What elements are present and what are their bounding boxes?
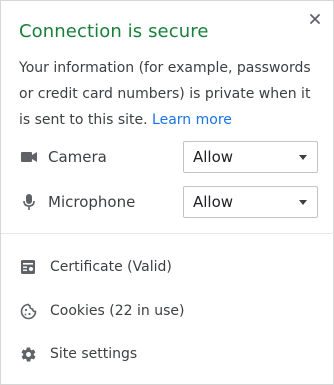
microphone-permission-select[interactable]: Allow	[183, 186, 318, 218]
microphone-permission-value: Allow	[193, 193, 234, 211]
site-settings-label: Site settings	[50, 346, 138, 362]
cookies-link[interactable]: Cookies (22 in use)	[19, 298, 319, 324]
permission-row-microphone: Microphone Allow	[19, 186, 319, 218]
permission-row-camera: Camera Allow	[19, 141, 319, 173]
security-description: Your information (for example, passwords…	[19, 55, 319, 133]
cookies-label: Cookies (22 in use)	[50, 303, 185, 319]
section-divider	[1, 233, 334, 234]
chevron-down-icon	[299, 200, 307, 205]
camera-permission-value: Allow	[193, 148, 234, 166]
close-icon	[310, 14, 320, 24]
camera-permission-select[interactable]: Allow	[183, 141, 318, 173]
permission-label-microphone: Microphone	[48, 193, 136, 211]
certificate-label: Certificate (Valid)	[50, 259, 172, 275]
gear-icon	[19, 345, 37, 363]
camera-icon	[19, 147, 39, 167]
permission-label-camera: Camera	[48, 148, 107, 166]
close-button[interactable]	[305, 9, 325, 29]
certificate-icon	[19, 258, 37, 276]
cookie-icon	[19, 302, 37, 320]
learn-more-link[interactable]: Learn more	[152, 112, 232, 128]
microphone-icon	[19, 192, 39, 212]
chevron-down-icon	[299, 155, 307, 160]
certificate-link[interactable]: Certificate (Valid)	[19, 254, 319, 280]
page-info-bubble: Connection is secure Your information (f…	[0, 0, 334, 385]
security-status-title: Connection is secure	[19, 21, 209, 42]
site-settings-link[interactable]: Site settings	[19, 341, 319, 367]
